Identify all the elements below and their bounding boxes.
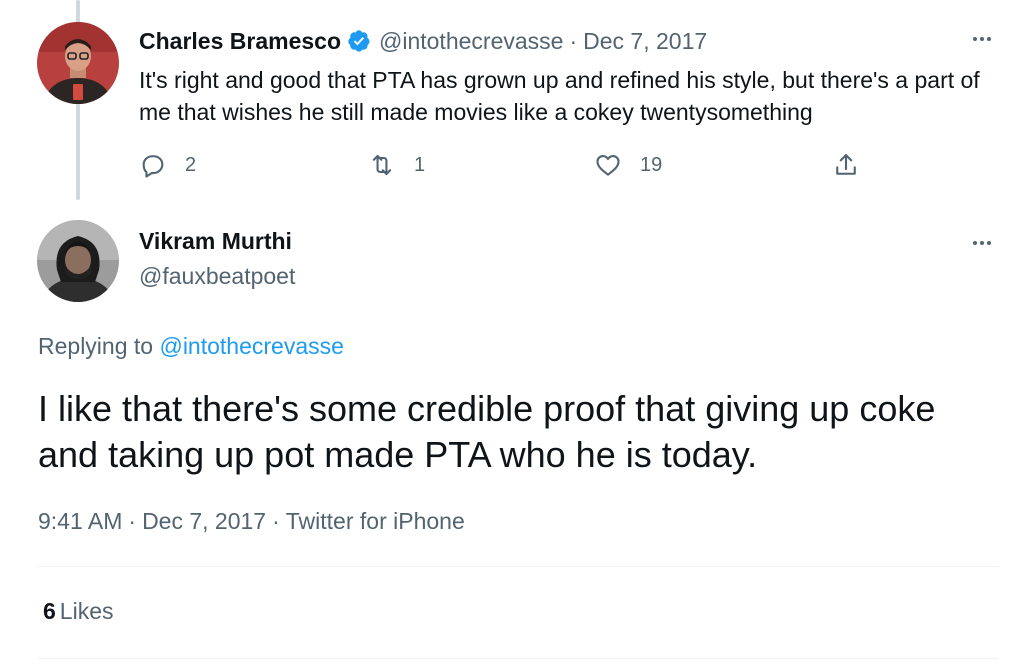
parent-author-handle[interactable]: @intothecrevasse xyxy=(379,28,563,54)
divider xyxy=(38,658,998,659)
likes-count: 6 xyxy=(43,598,56,624)
tweet-detail-page: Charles Bramesco @intothecrevasse · Dec 7,… xyxy=(0,0,1024,665)
tweet-date[interactable]: Dec 7, 2017 xyxy=(142,508,266,534)
meta-separator: · xyxy=(272,508,280,534)
more-dot xyxy=(987,241,991,245)
reply-icon xyxy=(142,155,164,178)
parent-tweet-text: It's right and good that PTA has grown u… xyxy=(139,67,980,125)
main-author-name[interactable]: Vikram Murthi xyxy=(139,228,292,255)
reply-count: 2 xyxy=(185,153,197,176)
replying-to-mention[interactable]: @intothecrevasse xyxy=(159,333,343,359)
parent-author-name[interactable]: Charles Bramesco xyxy=(139,28,341,55)
avatar-photo-icon xyxy=(37,22,119,104)
main-author-handle[interactable]: @fauxbeatpoet xyxy=(139,263,295,290)
avatar-charles-bramesco[interactable] xyxy=(37,22,119,104)
tweet-time[interactable]: 9:41 AM xyxy=(38,508,122,534)
parent-tweet-header: Charles Bramesco @intothecrevasse · Dec 7,… xyxy=(139,26,707,56)
like-count: 19 xyxy=(640,153,663,176)
main-more-options-button[interactable] xyxy=(962,231,1002,255)
retweet-count: 1 xyxy=(414,153,426,176)
more-dot xyxy=(980,241,984,245)
more-dot xyxy=(973,37,977,41)
divider xyxy=(38,566,998,567)
retweet-button[interactable]: 1 xyxy=(368,150,425,180)
more-dot xyxy=(987,37,991,41)
retweet-icon xyxy=(372,154,392,176)
avatar-photo-icon xyxy=(37,220,119,302)
replying-to-label: Replying to xyxy=(38,333,154,359)
likes-summary[interactable]: 6 Likes xyxy=(43,598,114,625)
heart-icon xyxy=(596,154,620,176)
parent-tweet-date[interactable]: Dec 7, 2017 xyxy=(583,28,707,54)
likes-label: Likes xyxy=(59,598,114,624)
meta-separator: · xyxy=(128,508,137,534)
parent-more-options-button[interactable] xyxy=(962,27,1002,51)
main-tweet-text: I like that there's some credible proof … xyxy=(38,388,936,475)
like-button[interactable]: 19 xyxy=(594,150,662,180)
replying-to: Replying to @intothecrevasse xyxy=(38,333,344,360)
verified-badge-icon xyxy=(347,29,371,53)
more-dot xyxy=(980,37,984,41)
tweet-source[interactable]: Twitter for iPhone xyxy=(286,508,465,534)
reply-button[interactable]: 2 xyxy=(139,150,196,180)
share-button[interactable] xyxy=(832,150,860,180)
tweet-timestamp: 9:41 AM · Dec 7, 2017 · Twitter for iPhone xyxy=(38,508,465,535)
share-icon xyxy=(836,154,856,175)
more-dot xyxy=(973,241,977,245)
avatar-vikram-murthi[interactable] xyxy=(37,220,119,302)
parent-handle-date: @intothecrevasse · Dec 7, 2017 xyxy=(379,28,707,55)
meta-separator: · xyxy=(569,27,578,54)
